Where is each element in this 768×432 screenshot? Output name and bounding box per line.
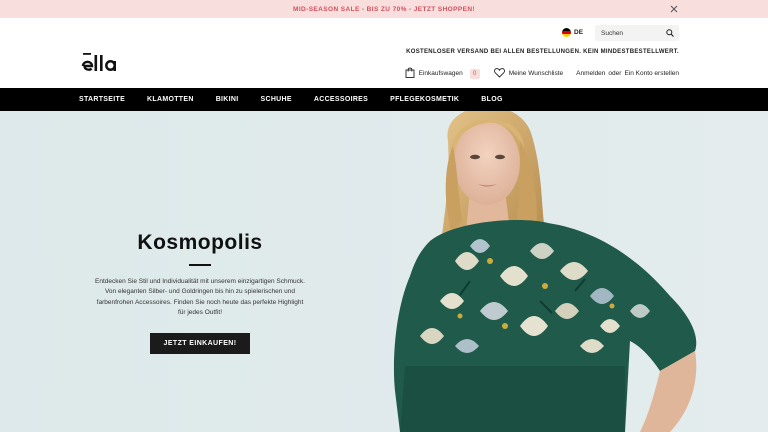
nav-item-klamotten[interactable]: KLAMOTTEN (147, 96, 194, 103)
nav-item-pflegekosmetik[interactable]: PFLEGEKOSMETIK (390, 96, 459, 103)
hero-banner: Kosmopolis Entdecken Sie Stil und Indivi… (0, 111, 768, 432)
language-label: DE (574, 29, 584, 36)
wishlist-button[interactable]: Meine Wunschliste (493, 67, 564, 80)
hero-divider (189, 264, 211, 266)
shipping-notice: KOSTENLOSER VERSAND BEI ALLEN BESTELLUNG… (406, 49, 679, 55)
cart-button[interactable]: Einkaufswagen 0 (405, 67, 480, 80)
nav-item-bikini[interactable]: BIKINI (216, 96, 239, 103)
hero-title: Kosmopolis (137, 231, 263, 254)
wishlist-label: Meine Wunschliste (508, 70, 564, 77)
main-nav: STARTSEITE KLAMOTTEN BIKINI SCHUHE ACCES… (0, 88, 768, 111)
search-icon[interactable] (663, 26, 677, 40)
cart-count-badge: 0 (469, 68, 480, 79)
hero-description: Entdecken Sie Stil und Individualität mi… (95, 277, 305, 317)
header-actions: Einkaufswagen 0 Meine Wunschliste Anmeld… (405, 67, 679, 80)
login-or-text: oder (608, 70, 622, 77)
search-box (595, 25, 679, 41)
shop-now-button[interactable]: JETZT EINKAUFEN! (149, 332, 251, 354)
nav-item-startseite[interactable]: STARTSEITE (79, 96, 125, 103)
language-selector[interactable]: DE (562, 28, 583, 37)
nav-item-blog[interactable]: BLOG (481, 96, 502, 103)
nav-item-accessoires[interactable]: ACCESSOIRES (314, 96, 368, 103)
heart-icon (493, 67, 505, 80)
cart-label: Einkaufswagen (418, 70, 463, 77)
ella-logo[interactable] (81, 52, 127, 78)
nav-item-schuhe[interactable]: SCHUHE (261, 96, 292, 103)
hero-content: Kosmopolis Entdecken Sie Stil und Indivi… (95, 231, 305, 354)
announcement-bar[interactable]: MID-SEASON SALE - BIS ZU 70% - JETZT SHO… (0, 0, 768, 18)
shopping-bag-icon (405, 67, 415, 80)
german-flag-icon (562, 28, 571, 37)
register-link[interactable]: Ein Konto erstellen (624, 70, 679, 77)
site-header: DE KOSTENLOSER VERSAND BEI ALLEN BESTELL… (0, 18, 768, 88)
search-input[interactable] (595, 29, 663, 37)
announcement-text[interactable]: MID-SEASON SALE - BIS ZU 70% - JETZT SHO… (293, 6, 475, 13)
login-link[interactable]: Anmelden (576, 70, 605, 77)
account-links: Anmelden oder Ein Konto erstellen (576, 70, 679, 77)
close-icon[interactable] (668, 3, 680, 15)
